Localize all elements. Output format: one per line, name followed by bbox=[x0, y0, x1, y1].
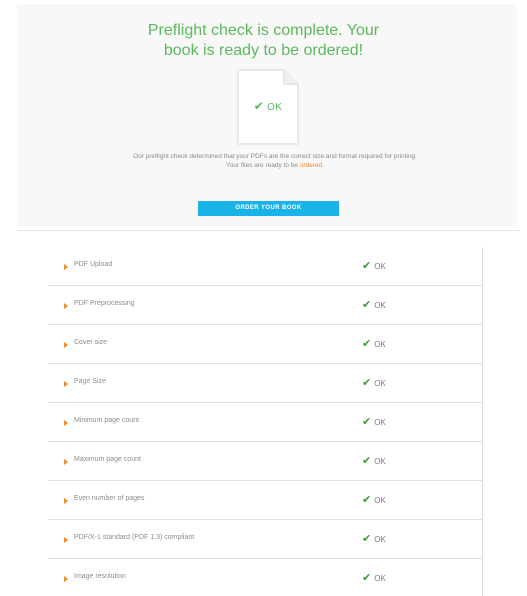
check-row-even-number-of-pages[interactable]: Even number of pages ✔ OK bbox=[48, 481, 482, 520]
order-book-button[interactable]: ORDER YOUR BOOK bbox=[198, 201, 339, 216]
document-status-label: OK bbox=[267, 102, 283, 113]
check-label: Even number of pages bbox=[74, 495, 145, 502]
expand-arrow-icon bbox=[64, 498, 68, 504]
preflight-checklist: PDF Upload ✔ OK PDF Preprocessing ✔ OK Cov… bbox=[48, 247, 483, 596]
check-row-maximum-page-count[interactable]: Maximum page count ✔ OK bbox=[48, 442, 482, 481]
document-status: ✔ OK bbox=[236, 99, 300, 113]
check-status: ✔ OK bbox=[362, 572, 386, 584]
check-label: Page Size bbox=[74, 378, 106, 385]
expand-arrow-icon bbox=[64, 342, 68, 348]
check-status: ✔ OK bbox=[362, 377, 386, 389]
check-row-cover-size[interactable]: Cover size ✔ OK bbox=[48, 325, 482, 364]
check-icon: ✔ bbox=[362, 572, 372, 584]
check-icon: ✔ bbox=[362, 377, 372, 389]
check-row-pdf-upload[interactable]: PDF Upload ✔ OK bbox=[48, 247, 482, 286]
preflight-page: Preflight check is complete. Your book i… bbox=[0, 0, 527, 596]
check-label: Image resolution bbox=[74, 573, 126, 580]
check-label: Cover size bbox=[74, 339, 108, 346]
check-row-pdf-preprocessing[interactable]: PDF Preprocessing ✔ OK bbox=[48, 286, 482, 325]
check-status: ✔ OK bbox=[362, 416, 386, 428]
divider bbox=[17, 230, 520, 231]
check-icon: ✔ bbox=[253, 99, 265, 113]
check-row-image-resolution[interactable]: Image resolution ✔ OK bbox=[48, 559, 482, 596]
ordered-link[interactable]: ordered. bbox=[300, 162, 324, 169]
check-icon: ✔ bbox=[362, 299, 372, 311]
check-status: ✔ OK bbox=[362, 299, 386, 311]
check-status: ✔ OK bbox=[362, 260, 386, 272]
check-icon: ✔ bbox=[362, 260, 372, 272]
expand-arrow-icon bbox=[64, 264, 68, 270]
check-status: ✔ OK bbox=[362, 455, 386, 467]
check-status: ✔ OK bbox=[362, 533, 386, 545]
check-label: Maximum page count bbox=[74, 456, 141, 463]
check-label: PDF Preprocessing bbox=[74, 300, 135, 307]
check-row-page-size[interactable]: Page Size ✔ OK bbox=[48, 364, 482, 403]
preflight-message-text: Our preflight check determined that your… bbox=[133, 153, 417, 169]
check-icon: ✔ bbox=[362, 494, 372, 506]
check-row-minimum-page-count[interactable]: Minimum page count ✔ OK bbox=[48, 403, 482, 442]
page-title-line-2: book is ready to be ordered! bbox=[163, 42, 364, 59]
check-icon: ✔ bbox=[362, 533, 372, 545]
check-status: ✔ OK bbox=[362, 494, 386, 506]
expand-arrow-icon bbox=[64, 537, 68, 543]
expand-arrow-icon bbox=[64, 459, 68, 465]
check-icon: ✔ bbox=[362, 455, 372, 467]
preflight-message: Our preflight check determined that your… bbox=[132, 152, 418, 170]
expand-arrow-icon bbox=[64, 303, 68, 309]
check-status: ✔ OK bbox=[362, 338, 386, 350]
check-label: PDF Upload bbox=[74, 261, 113, 268]
expand-arrow-icon bbox=[64, 381, 68, 387]
expand-arrow-icon bbox=[64, 420, 68, 426]
expand-arrow-icon bbox=[64, 576, 68, 582]
check-icon: ✔ bbox=[362, 416, 372, 428]
check-label: Minimum page count bbox=[74, 417, 139, 424]
check-icon: ✔ bbox=[362, 338, 372, 350]
check-row-pdf-x1-compliant[interactable]: PDF/X-1 standard (PDF 1.3) compliant ✔ OK bbox=[48, 520, 482, 559]
page-title-line-1: Preflight check is complete. Your bbox=[147, 22, 380, 39]
check-label: PDF/X-1 standard (PDF 1.3) compliant bbox=[74, 534, 195, 541]
